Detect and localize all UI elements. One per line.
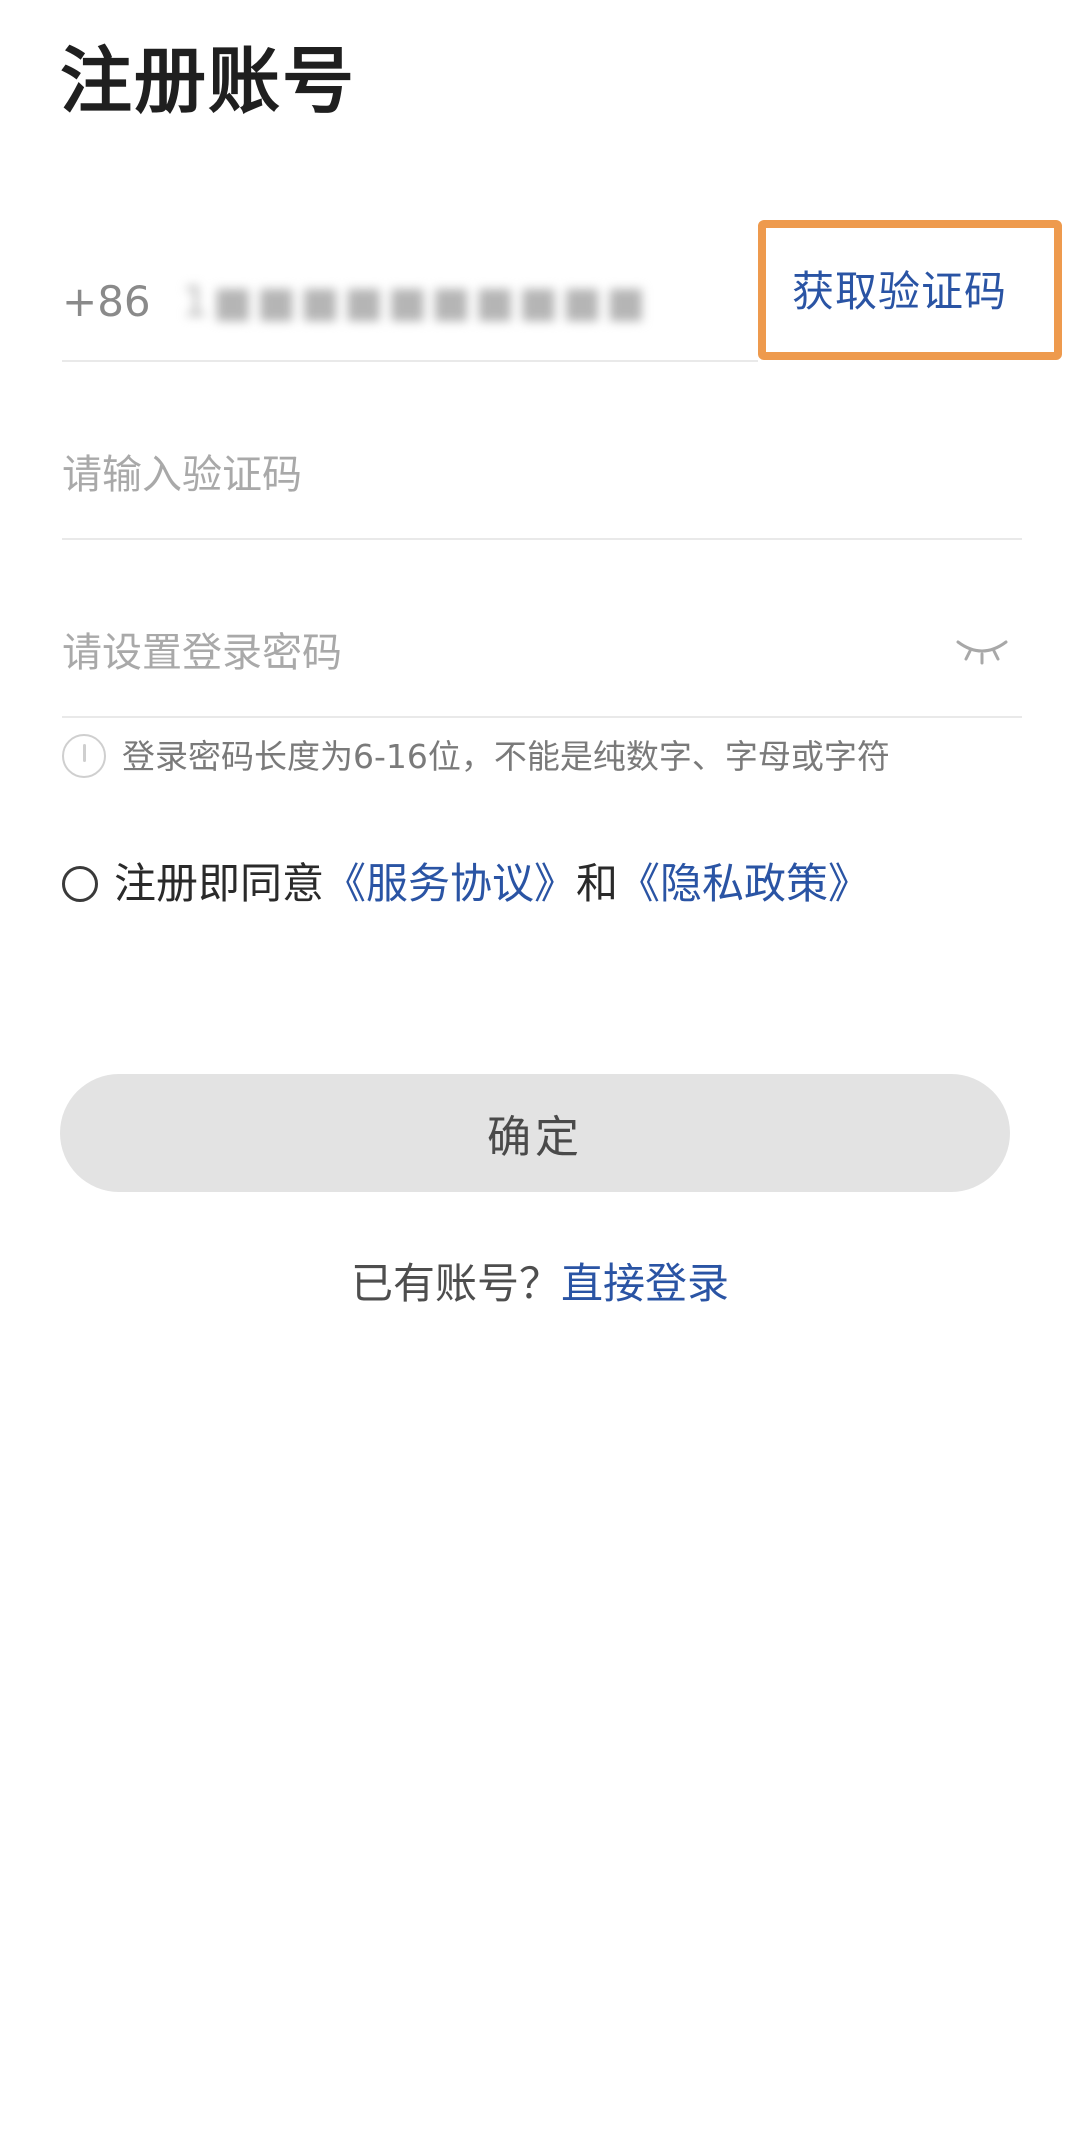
confirm-button[interactable]: 确定 (60, 1074, 1010, 1192)
page-title: 注册账号 (60, 39, 357, 123)
agreement-prefix: 注册即同意 (114, 859, 325, 908)
country-code-selector[interactable]: +86 (62, 272, 151, 332)
agreement-radio[interactable] (62, 866, 98, 902)
verification-code-input[interactable] (62, 440, 922, 510)
phone-number-field[interactable]: 1■■■■■■■■■■ (182, 272, 650, 332)
agreement-conjunction: 和 (576, 859, 619, 908)
eye-closed-icon[interactable] (952, 630, 1012, 670)
register-page: 注册账号 +86 1■■■■■■■■■■ 获取验证码 登录密码长度为6-16位，… (0, 0, 1080, 2134)
privacy-policy-link[interactable]: 《隐私政策》 (618, 859, 870, 908)
password-input[interactable] (62, 618, 922, 688)
info-icon (62, 734, 106, 778)
login-prompt: 已有账号？直接登录 (0, 1252, 1080, 1316)
agreement-text: 注册即同意《服务协议》和《隐私政策》 (114, 852, 870, 916)
password-divider (62, 716, 1022, 718)
direct-login-link[interactable]: 直接登录 (561, 1259, 729, 1308)
login-question: 已有账号？ (350, 1259, 561, 1308)
phone-divider (62, 360, 758, 362)
service-agreement-link[interactable]: 《服务协议》 (324, 859, 576, 908)
password-hint-text: 登录密码长度为6-16位，不能是纯数字、字母或字符 (122, 737, 890, 776)
get-code-button[interactable]: 获取验证码 (792, 262, 1007, 322)
code-divider (62, 538, 1022, 540)
